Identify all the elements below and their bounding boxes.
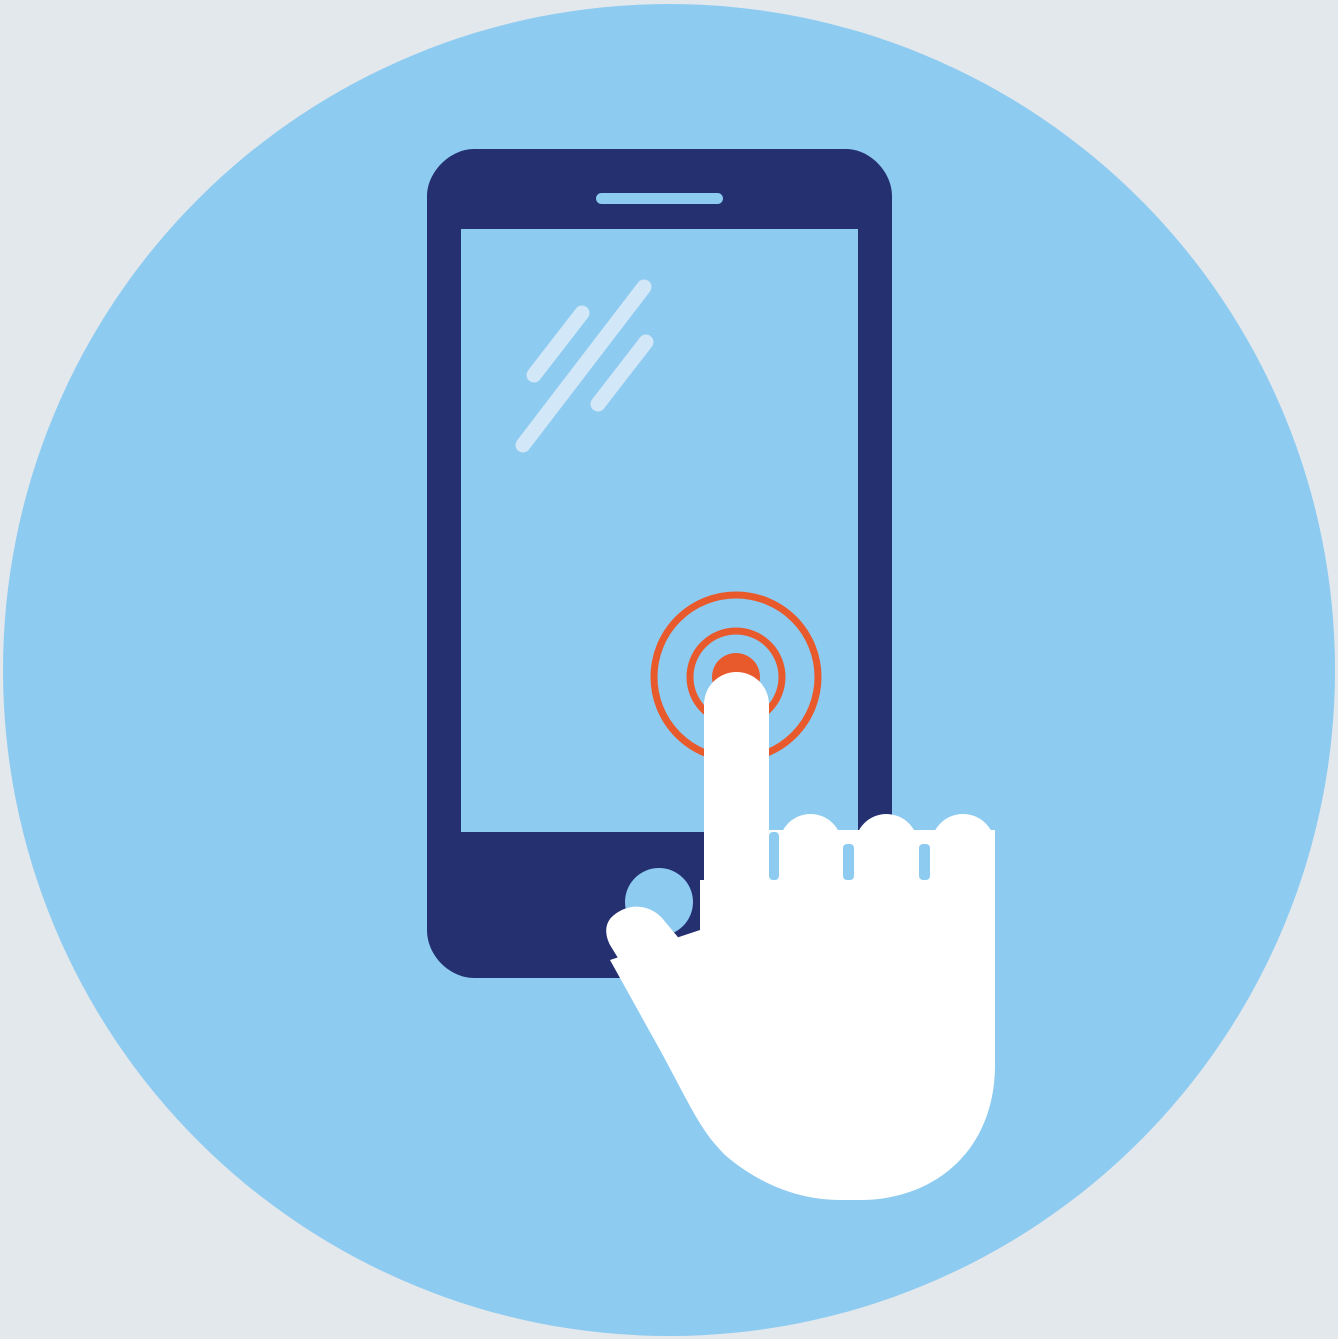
finger-gap <box>919 844 930 880</box>
hand-fill <box>700 880 995 1000</box>
touchscreen-tap-illustration <box>0 0 1338 1339</box>
speaker-slot-icon <box>596 193 723 204</box>
phone-screen <box>461 229 858 832</box>
finger-gap <box>843 844 854 880</box>
finger-gap <box>769 832 779 880</box>
illustration-canvas <box>0 0 1338 1339</box>
